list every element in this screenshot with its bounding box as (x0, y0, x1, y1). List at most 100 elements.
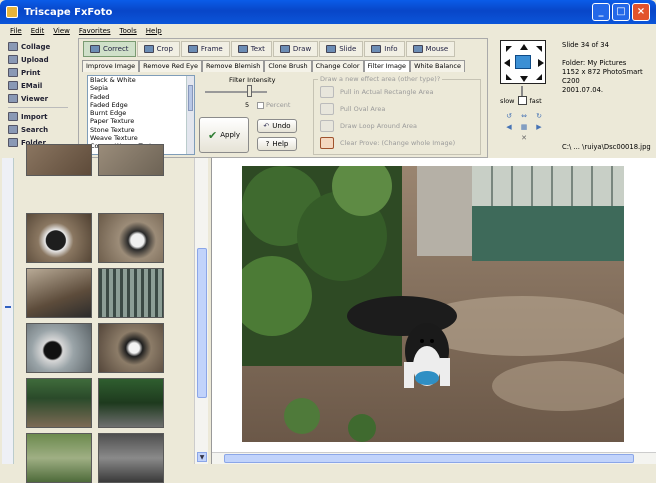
subtab-change-color[interactable]: Change Color (311, 60, 364, 72)
nav-import[interactable]: Import (8, 110, 68, 123)
thumbnail[interactable] (26, 144, 92, 176)
speed-slider-track[interactable] (521, 86, 523, 96)
nav-print[interactable]: Print (8, 66, 68, 79)
help-button[interactable]: ? Help (257, 137, 297, 151)
menu-bar: File Edit View Favorites Tools Help (0, 24, 656, 37)
scrollbar-thumb[interactable] (197, 248, 207, 398)
subtab-white-balance[interactable]: White Balance (410, 60, 465, 72)
crop-icon (143, 45, 154, 53)
speed-fast-label: fast (529, 96, 542, 105)
thumbnail[interactable] (98, 378, 164, 428)
frame-icon (187, 45, 198, 53)
tab-mouse[interactable]: Mouse (405, 41, 456, 57)
percent-checkbox[interactable]: Percent (257, 101, 290, 109)
list-item[interactable]: Stone Texture (88, 126, 194, 134)
intensity-slider-thumb[interactable] (247, 85, 252, 97)
email-icon (8, 81, 18, 90)
undo-icon: ↶ (263, 122, 270, 130)
main-photo[interactable] (242, 166, 624, 442)
thumbnail[interactable] (98, 433, 164, 483)
list-item[interactable]: Faded (88, 93, 194, 101)
text-icon (237, 45, 248, 53)
menu-favorites[interactable]: Favorites (79, 27, 111, 35)
navigator-viewport[interactable] (515, 55, 531, 69)
rotate-left-icon[interactable]: ↺ (502, 112, 516, 122)
list-item[interactable]: Weave Texture (88, 134, 194, 142)
tab-draw[interactable]: Draw (272, 41, 319, 57)
list-item[interactable]: Paper Texture (88, 117, 194, 125)
list-item[interactable]: Faded Edge (88, 101, 194, 109)
thumbnail[interactable] (26, 323, 92, 373)
list-item[interactable]: Black & White (88, 76, 194, 84)
nav-viewer[interactable]: Viewer (8, 92, 68, 105)
area-loop-option[interactable]: Draw Loop Around Area (320, 120, 417, 132)
previous-icon[interactable]: ◀ (502, 123, 516, 133)
list-item[interactable]: Sepia (88, 84, 194, 92)
whole-image-icon (320, 137, 334, 149)
thumbnail-scrollbar[interactable]: ▼ (194, 158, 208, 464)
area-oval-option[interactable]: Pull Oval Area (320, 103, 385, 115)
thumbnail[interactable] (26, 433, 92, 483)
menu-view[interactable]: View (53, 27, 70, 35)
menu-tools[interactable]: Tools (120, 27, 137, 35)
subtab-remove-blemish[interactable]: Remove Blemish (201, 60, 265, 72)
subtab-improve-image[interactable]: Improve Image (82, 60, 140, 72)
menu-help[interactable]: Help (146, 27, 162, 35)
speed-icon[interactable] (517, 96, 527, 105)
menu-edit[interactable]: Edit (31, 27, 45, 35)
intensity-slider-track[interactable] (205, 91, 267, 93)
nav-upload[interactable]: Upload (8, 53, 68, 66)
tab-correct[interactable]: Correct (83, 41, 136, 57)
info-icon (371, 45, 382, 53)
filter-list-scrollbar[interactable] (186, 76, 194, 154)
folder-label: Folder: My Pictures (562, 59, 627, 67)
tab-frame[interactable]: Frame (180, 41, 230, 57)
intensity-value: 5 (245, 101, 250, 109)
intensity-label: Filter Intensity (229, 76, 276, 84)
horizontal-scrollbar[interactable] (212, 452, 656, 464)
upload-icon (8, 55, 18, 64)
close-button[interactable]: × (632, 3, 650, 21)
fit-icon[interactable]: ⇔ (517, 112, 531, 122)
checkbox-box[interactable] (257, 101, 264, 109)
draw-icon (279, 45, 290, 53)
tab-crop[interactable]: Crop (136, 41, 180, 57)
undo-button[interactable]: ↶ Undo (257, 119, 297, 133)
thumbnail[interactable] (98, 213, 164, 263)
thumbnail[interactable] (26, 213, 92, 263)
minimize-button[interactable]: _ (592, 3, 610, 21)
apply-button[interactable]: ✔ Apply (199, 117, 249, 153)
delete-icon[interactable]: ✕ (517, 134, 531, 144)
subtab-remove-red-eye[interactable]: Remove Red Eye (139, 60, 202, 72)
next-icon[interactable]: ▶ (532, 123, 546, 133)
thumbnail[interactable] (26, 378, 92, 428)
thumbnail[interactable] (98, 144, 164, 176)
rotate-right-icon[interactable]: ↻ (532, 112, 546, 122)
tab-info[interactable]: Info (364, 41, 405, 57)
strip-marker (5, 306, 11, 308)
thumbnail[interactable] (98, 323, 164, 373)
nav-search[interactable]: Search (8, 123, 68, 136)
image-viewer[interactable] (211, 158, 656, 464)
filter-list[interactable]: Black & White Sepia Faded Faded Edge Bur… (87, 75, 195, 155)
menu-file[interactable]: File (10, 27, 22, 35)
nav-collage[interactable]: Collage (8, 40, 68, 53)
scrollbar-thumb[interactable] (224, 454, 634, 463)
area-rectangle-option[interactable]: Pull in Actual Rectangle Area (320, 86, 433, 98)
tab-slide[interactable]: Slide (319, 41, 364, 57)
maximize-button[interactable]: □ (612, 3, 630, 21)
list-item[interactable]: Burnt Edge (88, 109, 194, 117)
zoom-navigator[interactable] (500, 40, 546, 84)
nav-email[interactable]: EMail (8, 79, 68, 92)
scrollbar-thumb[interactable] (188, 85, 193, 111)
tab-text[interactable]: Text (230, 41, 272, 57)
subtab-filter-image[interactable]: Filter Image (363, 60, 411, 72)
subtab-clone-brush[interactable]: Clone Brush (264, 60, 312, 72)
grid-icon[interactable]: ▦ (517, 123, 531, 133)
window-title: Triscape FxFoto (24, 6, 113, 18)
thumbnail[interactable] (26, 268, 92, 318)
scroll-down-icon[interactable]: ▼ (197, 452, 207, 462)
thumbnail[interactable] (98, 268, 164, 318)
check-icon: ✔ (208, 128, 218, 142)
area-whole-image-option[interactable]: Clear Prove: (Change whole Image) (320, 137, 455, 149)
